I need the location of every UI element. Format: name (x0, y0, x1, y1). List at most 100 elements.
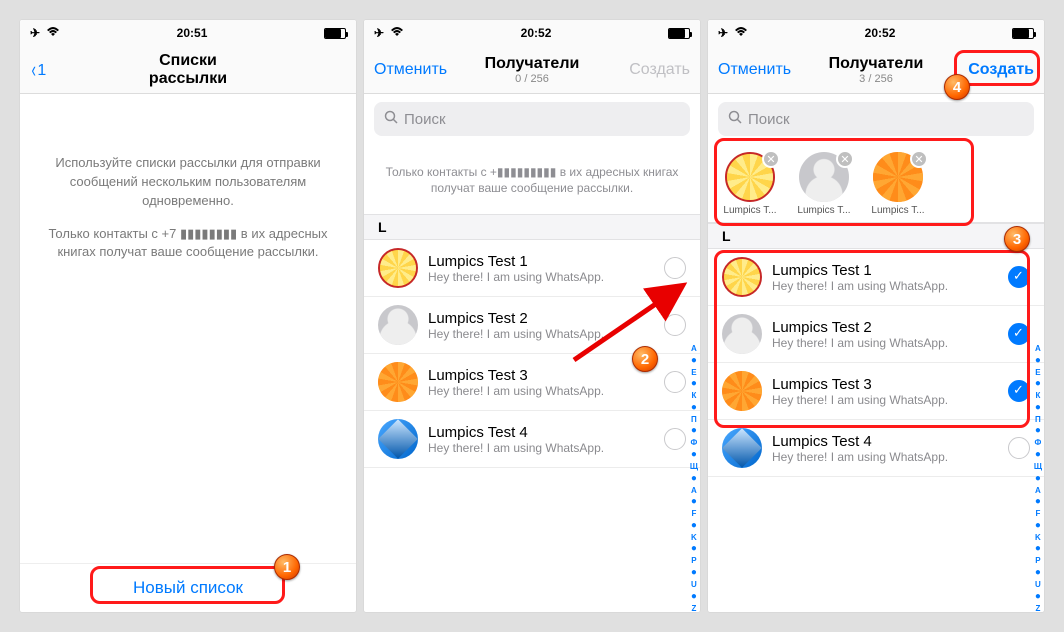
back-button[interactable]: ‹1 (30, 57, 119, 83)
index-letter[interactable]: P (1035, 556, 1040, 566)
index-letter[interactable]: Е (1035, 368, 1040, 378)
clock: 20:51 (177, 26, 208, 40)
index-letter[interactable]: K (691, 533, 697, 543)
avatar (378, 362, 418, 402)
screen-broadcast-lists: ✈ 20:51 ‹1 Списки рассылки Используйте с… (20, 20, 356, 612)
index-letter[interactable]: ● (691, 496, 697, 508)
page-title: Списки рассылки (119, 52, 257, 88)
checkbox[interactable] (1008, 437, 1030, 459)
intro-text: Используйте списки рассылки для отправки… (20, 94, 356, 336)
index-letter[interactable]: Щ (1034, 462, 1042, 472)
callout-3: 3 (1004, 226, 1030, 252)
index-letter[interactable]: F (1035, 509, 1040, 519)
search-icon (728, 110, 742, 128)
index-letter[interactable]: F (691, 509, 696, 519)
callout-1: 1 (274, 554, 300, 580)
recipient-count: 0 / 256 (485, 73, 580, 85)
search-placeholder: Поиск (748, 111, 790, 128)
battery-icon (324, 28, 346, 39)
callout-4: 4 (944, 74, 970, 100)
airplane-icon: ✈ (374, 26, 384, 40)
index-letter[interactable]: П (691, 415, 697, 425)
section-header: L (364, 214, 700, 240)
wifi-icon (46, 26, 60, 40)
wifi-icon (734, 26, 748, 40)
index-letter[interactable]: ● (691, 543, 697, 555)
highlight-1 (90, 566, 285, 604)
screen-recipients-selected: ✈ 20:52 Отменить Получатели 3 / 256 Созд… (708, 20, 1044, 612)
index-letter[interactable]: Z (1035, 604, 1040, 612)
index-letter[interactable]: A (1035, 486, 1041, 496)
cancel-button[interactable]: Отменить (374, 61, 464, 79)
contact-row[interactable]: Lumpics Test 4Hey there! I am using What… (364, 411, 700, 468)
index-letter[interactable]: ● (1035, 402, 1041, 414)
index-letter[interactable]: ● (691, 567, 697, 579)
index-letter[interactable]: К (1035, 391, 1040, 401)
page-title: Получатели (829, 55, 924, 73)
index-letter[interactable]: K (1035, 533, 1041, 543)
index-letter[interactable]: Ф (691, 438, 698, 448)
index-letter[interactable]: A (691, 486, 697, 496)
battery-icon (1012, 28, 1034, 39)
index-letter[interactable]: ● (1035, 449, 1041, 461)
status-bar: ✈ 20:52 (708, 20, 1044, 46)
avatar (378, 419, 418, 459)
status-bar: ✈ 20:52 (364, 20, 700, 46)
index-letter[interactable]: ● (1035, 543, 1041, 555)
index-letter[interactable]: ● (1035, 425, 1041, 437)
recipient-count: 3 / 256 (829, 73, 924, 85)
index-letter[interactable]: ● (691, 402, 697, 414)
index-letter[interactable]: ● (1035, 473, 1041, 485)
checkbox[interactable] (664, 428, 686, 450)
nav-bar: ‹1 Списки рассылки (20, 46, 356, 94)
avatar (378, 305, 418, 345)
status-bar: ✈ 20:51 (20, 20, 356, 46)
index-letter[interactable]: ● (1035, 355, 1041, 367)
index-bar[interactable]: А●Е●К●П●Ф●Щ●A●F●K●P●U●Z# (690, 344, 698, 612)
index-letter[interactable]: P (691, 556, 696, 566)
index-letter[interactable]: ● (691, 378, 697, 390)
checkbox[interactable] (664, 371, 686, 393)
airplane-icon: ✈ (718, 26, 728, 40)
contact-name: Lumpics Test 4 (772, 433, 998, 450)
search-input[interactable]: Поиск (718, 102, 1034, 136)
index-letter[interactable]: ● (1035, 520, 1041, 532)
wifi-icon (390, 26, 404, 40)
contact-status: Hey there! I am using WhatsApp. (428, 384, 654, 398)
index-letter[interactable]: ● (691, 425, 697, 437)
clock: 20:52 (521, 26, 552, 40)
airplane-icon: ✈ (30, 26, 40, 40)
highlight-chips (714, 138, 974, 226)
index-letter[interactable]: U (1035, 580, 1041, 590)
index-letter[interactable]: Ф (1035, 438, 1042, 448)
section-header: L (708, 223, 1044, 249)
index-letter[interactable]: ● (1035, 567, 1041, 579)
contact-row[interactable]: Lumpics Test 4Hey there! I am using What… (708, 420, 1044, 477)
info-text: Только контакты с +▮▮▮▮▮▮▮▮▮ в их адресн… (364, 144, 700, 214)
index-letter[interactable]: ● (691, 591, 697, 603)
index-letter[interactable]: А (1035, 344, 1041, 354)
cancel-button[interactable]: Отменить (718, 61, 808, 79)
nav-bar: Отменить Получатели 0 / 256 Создать (364, 46, 700, 94)
search-placeholder: Поиск (404, 111, 446, 128)
index-bar[interactable]: А●Е●К●П●Ф●Щ●A●F●K●P●U●Z# (1034, 344, 1042, 612)
search-input[interactable]: Поиск (374, 102, 690, 136)
contact-status: Hey there! I am using WhatsApp. (772, 450, 998, 464)
index-letter[interactable]: Z (691, 604, 696, 612)
index-letter[interactable]: U (691, 580, 697, 590)
index-letter[interactable]: ● (691, 473, 697, 485)
index-letter[interactable]: Щ (690, 462, 698, 472)
callout-2: 2 (632, 346, 658, 372)
page-title: Получатели (485, 55, 580, 73)
battery-icon (668, 28, 690, 39)
index-letter[interactable]: К (691, 391, 696, 401)
index-letter[interactable]: ● (1035, 591, 1041, 603)
contact-name: Lumpics Test 1 (428, 253, 654, 270)
index-letter[interactable]: П (1035, 415, 1041, 425)
index-letter[interactable]: ● (691, 449, 697, 461)
clock: 20:52 (865, 26, 896, 40)
index-letter[interactable]: ● (1035, 496, 1041, 508)
contact-name: Lumpics Test 4 (428, 424, 654, 441)
index-letter[interactable]: ● (1035, 378, 1041, 390)
index-letter[interactable]: ● (691, 520, 697, 532)
